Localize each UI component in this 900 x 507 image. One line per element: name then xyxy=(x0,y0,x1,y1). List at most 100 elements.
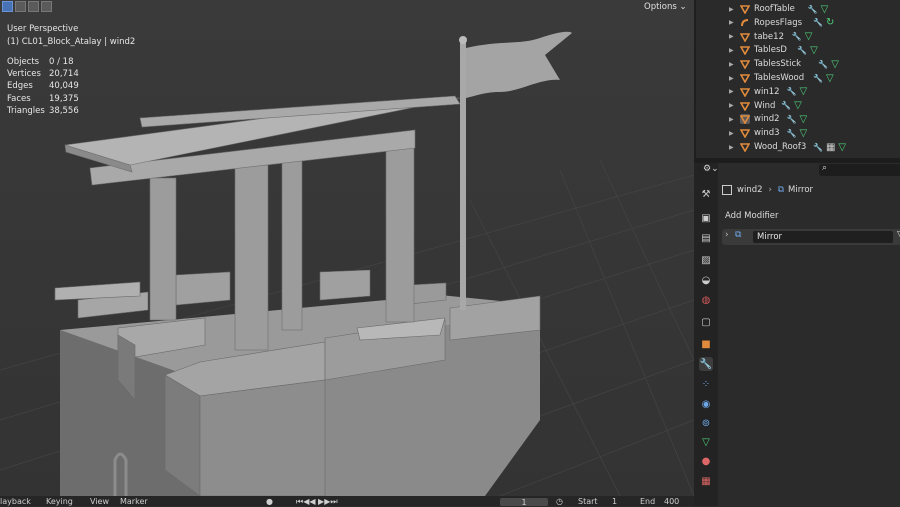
tab-particles-icon[interactable]: ⁘ xyxy=(699,377,713,391)
options-label: Options xyxy=(644,2,677,12)
outliner-item-data: 🔧 ▽ xyxy=(813,73,834,84)
outliner-item-label: wind3 xyxy=(754,128,780,139)
wrench-icon[interactable]: 🔧 xyxy=(787,129,797,138)
view-menu[interactable]: View xyxy=(90,497,109,506)
outliner-item[interactable]: ▶ TablesD 🔧 ▽ xyxy=(696,43,900,57)
tab-view-layer-icon[interactable]: ▨ xyxy=(699,253,713,267)
mesh-data-icon[interactable]: ▽ xyxy=(826,73,834,84)
wrench-icon[interactable]: 🔧 xyxy=(787,115,797,124)
wrench-icon[interactable]: 🔧 xyxy=(808,5,818,14)
outliner-item[interactable]: ▶ Wind 🔧 ▽ xyxy=(696,99,900,113)
select-subtract-icon[interactable] xyxy=(28,1,39,12)
outliner-item-data: 🔧 ▽ xyxy=(818,59,839,70)
outliner-item-data: 🔧 ▽ xyxy=(781,100,802,111)
tab-scene-icon[interactable]: ◒ xyxy=(699,273,713,287)
mesh-data-icon[interactable]: ▽ xyxy=(810,45,818,56)
outliner-item-label: Wind xyxy=(754,100,776,111)
wrench-icon[interactable]: 🔧 xyxy=(792,32,802,41)
checker-icon[interactable]: ▦ xyxy=(826,142,835,153)
outliner-item[interactable]: ▶ RoofTable 🔧 ▽ xyxy=(696,2,900,16)
end-value[interactable]: 400 xyxy=(664,497,679,506)
wrench-icon[interactable]: 🔧 xyxy=(787,87,797,96)
mesh-data-icon[interactable]: ▽ xyxy=(821,4,829,15)
outliner-item[interactable]: ▶ wind2 🔧 ▽ xyxy=(696,112,900,126)
expand-arrow-icon[interactable]: ▶ xyxy=(729,47,734,54)
properties-search[interactable]: ⌕ xyxy=(819,163,900,176)
outliner-item-label: wind2 xyxy=(754,114,780,125)
tab-output-icon[interactable]: ▤ xyxy=(699,231,713,245)
tab-physics-icon[interactable]: ◉ xyxy=(699,397,713,411)
active-object-path: (1) CL01_Block_Atalay | wind2 xyxy=(7,37,136,47)
outliner-item[interactable]: ▶ TablesStick 🔧 ▽ xyxy=(696,57,900,71)
properties-panel: ⚒ ▣ ▤ ▨ ◒ ◍ ▢ ■ 🔧 ⁘ ◉ ⊚ ▽ ● ▦ ⚙⌄ ⌕ wind2 › ⧉ Mirror Ad… xyxy=(694,163,900,506)
keying-menu[interactable]: Keying xyxy=(46,497,73,506)
modifier-panel-mirror[interactable]: › ⧉ Mirror ▽ xyxy=(722,229,900,245)
mesh-data-icon[interactable]: ▽ xyxy=(831,59,839,70)
mesh-data-icon[interactable]: ▽ xyxy=(799,114,807,125)
mesh-data-icon[interactable]: ▽ xyxy=(805,31,813,42)
mesh-icon xyxy=(739,59,751,70)
wrench-icon[interactable]: 🔧 xyxy=(781,101,791,110)
select-intersect-icon[interactable] xyxy=(41,1,52,12)
outliner-item[interactable]: ▶ RopesFlags 🔧 ↻ xyxy=(696,16,900,30)
outliner-item[interactable]: ▶ tabe12 🔧 ▽ xyxy=(696,30,900,44)
expand-arrow-icon[interactable]: ▶ xyxy=(729,88,734,95)
wrench-icon[interactable]: 🔧 xyxy=(813,18,823,27)
wrench-icon[interactable]: 🔧 xyxy=(797,46,807,55)
select-extend-icon[interactable] xyxy=(15,1,26,12)
curve-data-icon[interactable]: ↻ xyxy=(826,17,834,28)
start-value[interactable]: 1 xyxy=(612,497,617,506)
expand-arrow-icon[interactable]: ▶ xyxy=(729,33,734,40)
tab-render-icon[interactable]: ▣ xyxy=(699,211,713,225)
tab-texture-icon[interactable]: ▦ xyxy=(699,474,713,488)
mesh-icon xyxy=(739,73,751,84)
tab-tool-icon[interactable]: ⚒ xyxy=(699,187,713,201)
expand-arrow-icon[interactable]: ▶ xyxy=(729,19,734,26)
outliner-item[interactable]: ▶ wind3 🔧 ▽ xyxy=(696,126,900,140)
mesh-data-icon[interactable]: ▽ xyxy=(794,100,802,111)
tab-collection-icon[interactable]: ▢ xyxy=(699,315,713,329)
expand-arrow-icon[interactable]: ▶ xyxy=(729,130,734,137)
tab-modifier-icon[interactable]: 🔧 xyxy=(699,357,713,371)
view-name: User Perspective xyxy=(7,24,79,34)
search-icon: ⌕ xyxy=(822,163,828,173)
3d-viewport[interactable]: Options ⌄ User Perspective (1) CL01_Bloc… xyxy=(0,0,694,496)
select-box-icon[interactable] xyxy=(2,1,13,12)
tab-data-icon[interactable]: ▽ xyxy=(699,435,713,449)
options-dropdown[interactable]: Options ⌄ xyxy=(640,1,691,13)
mesh-data-icon[interactable]: ▽ xyxy=(799,86,807,97)
expand-chevron-icon[interactable]: › xyxy=(725,230,729,240)
outliner-item[interactable]: ▶ TablesWood 🔧 ▽ xyxy=(696,71,900,85)
tab-constraints-icon[interactable]: ⊚ xyxy=(699,416,713,430)
tab-world-icon[interactable]: ◍ xyxy=(699,293,713,307)
mesh-data-icon[interactable]: ▽ xyxy=(799,128,807,139)
expand-arrow-icon[interactable]: ▶ xyxy=(729,75,734,82)
tab-object-icon[interactable]: ■ xyxy=(699,337,713,351)
marker-menu[interactable]: Marker xyxy=(120,497,148,506)
scene-render xyxy=(0,0,694,496)
mesh-data-icon[interactable]: ▽ xyxy=(838,142,846,153)
wrench-icon[interactable]: 🔧 xyxy=(818,60,828,69)
expand-arrow-icon[interactable]: ▶ xyxy=(729,102,734,109)
wrench-icon[interactable]: 🔧 xyxy=(813,143,823,152)
expand-arrow-icon[interactable]: ▶ xyxy=(729,116,734,123)
curve-icon xyxy=(740,18,750,28)
viewport-header-icons[interactable] xyxy=(2,1,52,12)
stat-row: Triangles 38,556 xyxy=(7,105,79,117)
outliner-item[interactable]: ▶ Wood_Roof3 🔧 ▦ ▽ xyxy=(696,140,900,154)
playback-menu[interactable]: layback xyxy=(0,497,31,506)
tab-material-icon[interactable]: ● xyxy=(699,454,713,468)
expand-arrow-icon[interactable]: ▶ xyxy=(729,144,734,151)
outliner-item[interactable]: ▶ win12 🔧 ▽ xyxy=(696,85,900,99)
stat-label: Triangles xyxy=(7,105,45,116)
wrench-icon[interactable]: 🔧 xyxy=(813,74,823,83)
expand-arrow-icon[interactable]: ▶ xyxy=(729,6,734,13)
record-icon[interactable]: ● xyxy=(266,497,273,506)
expand-arrow-icon[interactable]: ▶ xyxy=(729,61,734,68)
editor-type-icon[interactable]: ⚙⌄ xyxy=(703,164,719,174)
modifier-name-field[interactable]: Mirror xyxy=(753,231,893,243)
current-frame-field[interactable]: 1 xyxy=(500,498,548,507)
add-modifier-button[interactable]: Add Modifier xyxy=(725,211,779,221)
stat-row: Edges 40,049 xyxy=(7,80,79,92)
outliner-item-data: 🔧 ▽ xyxy=(808,4,829,15)
